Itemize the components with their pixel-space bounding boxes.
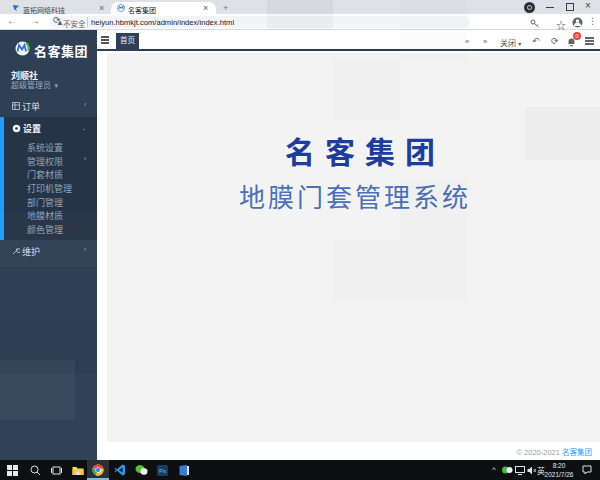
svg-text:Ps: Ps bbox=[159, 468, 166, 474]
